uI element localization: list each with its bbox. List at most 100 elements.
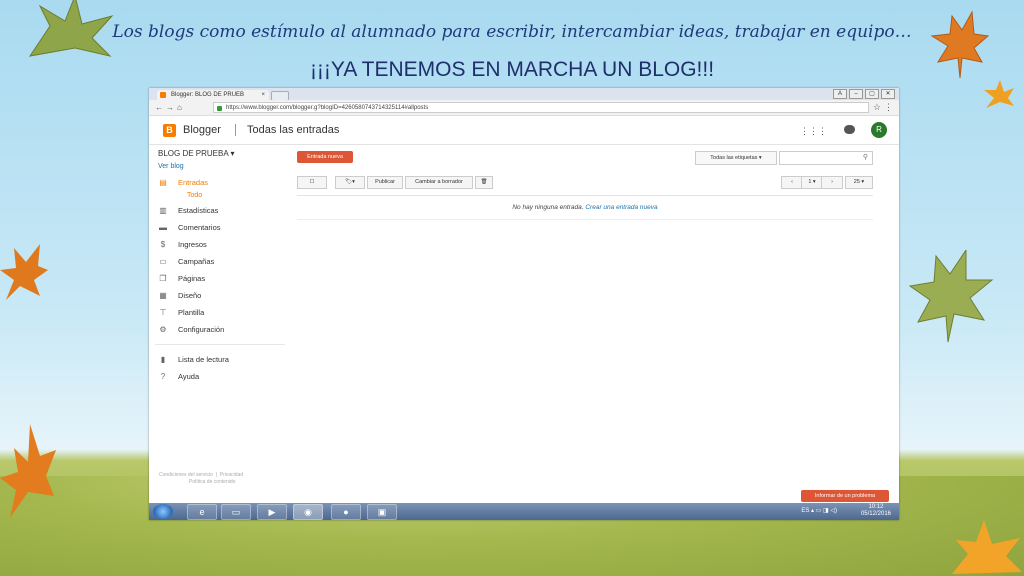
autumn-leaf-right xyxy=(908,250,994,343)
search-input[interactable]: ⚲ xyxy=(779,151,873,165)
help-icon: ? xyxy=(160,372,166,382)
autumn-leaf-left xyxy=(0,244,48,300)
system-tray[interactable]: ES ▴ ▭ ◨ ◁) xyxy=(801,507,837,514)
ie-icon[interactable]: e xyxy=(187,504,217,520)
blog-selector[interactable]: BLOG DE PRUEBA ▾ xyxy=(158,149,235,158)
per-page-select[interactable]: 25 ▾ xyxy=(845,176,873,189)
maximize-button[interactable]: ▢ xyxy=(865,89,879,99)
address-bar-row: ←→⌂ https://www.blogger.com/blogger.g?bl… xyxy=(149,100,899,116)
new-post-button[interactable]: Entrada nueva xyxy=(297,151,353,163)
browser-screenshot: Blogger: BLOG DE PRUEB × A – ▢ ✕ ←→⌂ htt… xyxy=(149,88,899,520)
sidebar-item-help[interactable]: ? Ayuda xyxy=(158,371,199,383)
slide-subtitle: ¡¡¡YA TENEMOS EN MARCHA UN BLOG!!! xyxy=(309,58,715,81)
folder-icon[interactable]: ▭ xyxy=(221,504,251,520)
clock-date: 05/12/2016 xyxy=(860,511,891,517)
sidebar-item-label: Entradas xyxy=(178,178,209,187)
dollar-icon: $ xyxy=(160,240,166,250)
powerpoint-icon[interactable]: ▣ xyxy=(367,504,397,520)
list-divider-bottom xyxy=(297,219,873,220)
publish-button[interactable]: Publicar xyxy=(367,176,403,189)
sidebar-item-earnings[interactable]: $ Ingresos xyxy=(158,239,207,251)
header-divider xyxy=(235,124,236,136)
empty-text: No hay ninguna entrada. xyxy=(512,204,584,211)
stats-icon: ▥ xyxy=(159,206,167,216)
main-content: Entrada nueva Todas las etiquetas ▾ ⚲ ☐ … xyxy=(297,143,873,508)
sidebar-item-settings[interactable]: ⚙ Configuración xyxy=(158,324,224,336)
sidebar-item-label: Ayuda xyxy=(178,372,200,381)
sidebar-item-layout[interactable]: ▦ Diseño xyxy=(158,290,201,302)
sidebar-item-label: Comentarios xyxy=(178,223,221,232)
sidebar-item-reading-list[interactable]: ▮ Lista de lectura xyxy=(158,354,229,366)
autumn-leaf-bottom-right xyxy=(952,520,1022,574)
start-button[interactable] xyxy=(153,504,173,519)
sidebar-subitem-all[interactable]: Todo xyxy=(187,192,202,199)
sidebar-item-label: Páginas xyxy=(178,274,206,283)
label-tag-button[interactable]: 🏷▾ xyxy=(335,176,365,189)
layout-icon: ▦ xyxy=(159,291,167,301)
view-blog-link[interactable]: Ver blog xyxy=(158,163,184,170)
url-text: https://www.blogger.com/blogger.g?blogID… xyxy=(226,105,429,111)
labels-filter-dropdown[interactable]: Todas las etiquetas ▾ xyxy=(695,151,777,165)
sidebar-item-label: Campañas xyxy=(178,257,215,266)
tab-close-icon[interactable]: × xyxy=(261,90,265,100)
sidebar-item-comments[interactable]: ▬ Comentarios xyxy=(158,222,221,234)
prev-page-button[interactable]: ‹ xyxy=(781,176,803,189)
nav-buttons[interactable]: ←→⌂ xyxy=(155,103,185,112)
minimize-button[interactable]: – xyxy=(849,89,863,99)
blogger-logo-icon[interactable]: B xyxy=(163,124,176,137)
content-policy-link[interactable]: Política de contenido xyxy=(159,479,235,485)
trash-icon[interactable]: 🗑 xyxy=(475,176,493,189)
create-post-link[interactable]: Crear una entrada nueva xyxy=(585,204,657,211)
bookmark-icon: ▮ xyxy=(160,355,166,365)
brand-name[interactable]: Blogger xyxy=(183,124,221,136)
per-page-value: 25 xyxy=(853,179,860,185)
select-all-checkbox[interactable]: ☐ xyxy=(297,176,327,189)
page-number[interactable]: 1 ▾ xyxy=(801,176,823,189)
sidebar-item-label: Plantilla xyxy=(178,308,205,317)
sidebar-item-label: Lista de lectura xyxy=(178,355,229,364)
sidebar-item-label: Estadísticas xyxy=(178,206,219,215)
tab-title: Blogger: BLOG DE PRUEB xyxy=(171,92,245,98)
sidebar-item-label: Configuración xyxy=(178,325,225,334)
apps-grid-icon[interactable]: ⋮⋮⋮ xyxy=(800,126,827,137)
profile-button[interactable]: A xyxy=(833,89,847,99)
blogger-header: B Blogger Todas las entradas ⋮⋮⋮ R xyxy=(149,116,899,145)
language-indicator: ES xyxy=(801,508,810,514)
close-window-button[interactable]: ✕ xyxy=(881,89,895,99)
ads-icon: ▭ xyxy=(159,257,167,267)
comments-icon: ▬ xyxy=(159,223,167,233)
report-problem-button[interactable]: Informar de un problema xyxy=(801,490,889,502)
template-icon: ⊤ xyxy=(159,308,167,318)
posts-icon: ▤ xyxy=(159,178,167,188)
bookmark-star-icon[interactable]: ☆ xyxy=(873,102,881,113)
browser-tab[interactable]: Blogger: BLOG DE PRUEB × xyxy=(157,90,269,100)
sidebar-item-pages[interactable]: ❐ Páginas xyxy=(158,273,205,285)
sidebar-item-template[interactable]: ⊤ Plantilla xyxy=(158,307,205,319)
pages-icon: ❐ xyxy=(159,274,167,284)
chrome-icon[interactable]: ◉ xyxy=(293,504,323,520)
address-bar[interactable]: https://www.blogger.com/blogger.g?blogID… xyxy=(213,102,869,113)
privacy-link[interactable]: Privacidad xyxy=(220,472,243,478)
app-icon[interactable]: ● xyxy=(331,504,361,520)
next-page-button[interactable]: › xyxy=(821,176,843,189)
clock[interactable]: 10:12 05/12/2016 xyxy=(861,504,891,518)
revert-draft-button[interactable]: Cambiar a borrador xyxy=(405,176,473,189)
avatar[interactable]: R xyxy=(871,122,887,138)
media-player-icon[interactable]: ▶ xyxy=(257,504,287,520)
sidebar-item-campaigns[interactable]: ▭ Campañas xyxy=(158,256,214,268)
browser-menu-icon[interactable]: ⋮ xyxy=(884,102,893,113)
sidebar-item-stats[interactable]: ▥ Estadísticas xyxy=(158,205,218,217)
tab-bar: Blogger: BLOG DE PRUEB × A – ▢ ✕ xyxy=(149,88,899,101)
sidebar-divider xyxy=(155,344,285,345)
empty-state: No hay ninguna entrada. Crear una entrad… xyxy=(297,204,873,211)
labels-filter-label: Todas las etiquetas xyxy=(710,155,758,161)
sidebar-item-posts[interactable]: ▤ Entradas xyxy=(158,177,208,189)
window-controls: A – ▢ ✕ xyxy=(833,89,895,99)
gear-icon: ⚙ xyxy=(159,325,167,335)
sidebar-item-label: Ingresos xyxy=(178,240,207,249)
sidebar-footer: Condiciones del servicio | Privacidad Po… xyxy=(159,472,244,485)
terms-link[interactable]: Condiciones del servicio xyxy=(159,472,213,478)
blogger-favicon-icon xyxy=(160,92,166,98)
slide-title: Los blogs como estímulo al alumnado para… xyxy=(112,22,912,42)
notifications-icon[interactable] xyxy=(844,125,855,134)
